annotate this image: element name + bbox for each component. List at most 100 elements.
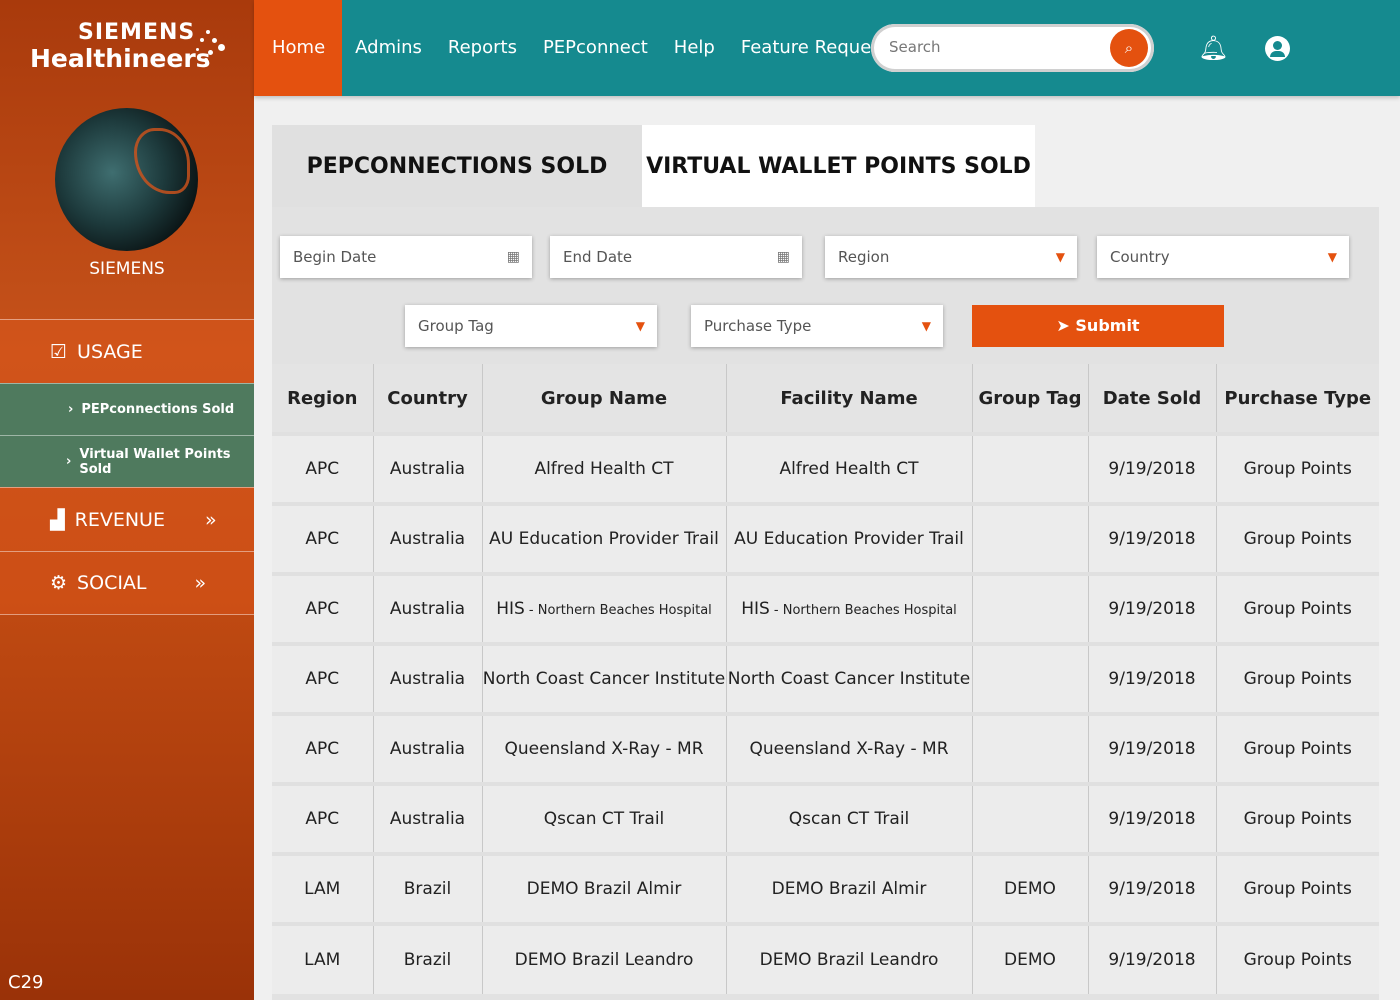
calendar-icon[interactable]: ▦	[507, 236, 520, 278]
table-cell: APC	[272, 782, 374, 854]
table-cell	[972, 712, 1089, 784]
end-date-field[interactable]: End Date ▦	[550, 236, 802, 278]
table-cell: HIS - Northern Beaches Hospital	[726, 572, 973, 644]
table-cell: APC	[272, 572, 374, 644]
table-row[interactable]: APC Australia Alfred Health CT Alfred Healt…	[272, 432, 1379, 504]
table-row[interactable]: APC Australia HIS - Northern Beaches Hospi…	[272, 572, 1379, 644]
nav-admins[interactable]: Admins	[342, 0, 435, 96]
table-cell: Group Points	[1216, 432, 1379, 504]
column-header[interactable]: Date Sold	[1088, 364, 1217, 434]
footer-code: C29	[8, 972, 44, 993]
table-cell: Queensland X-Ray - MR	[726, 712, 973, 784]
table-cell: LAM	[272, 852, 374, 924]
table-cell: LAM	[272, 922, 374, 994]
table-cell: Australia	[373, 642, 483, 714]
logo-dots-icon	[196, 30, 226, 64]
table-cell: Brazil	[373, 922, 483, 994]
user-name: SIEMENS	[89, 259, 165, 279]
begin-date-field[interactable]: Begin Date ▦	[280, 236, 532, 278]
table-cell: DEMO Brazil Almir	[482, 852, 727, 924]
table-cell: 9/19/2018	[1088, 922, 1217, 994]
nav-pepconnect[interactable]: PEPconnect	[530, 0, 661, 96]
caret-down-icon: ▼	[1055, 250, 1065, 264]
facility-suffix: - Northern Beaches Hospital	[769, 603, 957, 618]
table-cell: Australia	[373, 572, 483, 644]
table-cell: Group Points	[1216, 852, 1379, 924]
table-cell: DEMO Brazil Leandro	[726, 922, 973, 994]
table-cell: Group Points	[1216, 922, 1379, 994]
caret-down-icon: ▼	[921, 319, 931, 333]
group-tag-select[interactable]: Group Tag ▼	[405, 305, 657, 347]
table-row[interactable]: LAM Brazil DEMO Brazil Leandro DEMO Brazil …	[272, 922, 1379, 994]
table-cell	[972, 782, 1089, 854]
column-header[interactable]: Country	[373, 364, 483, 434]
sidebar-item-social[interactable]: ⚙ SOCIAL»	[0, 551, 254, 615]
purchase-type-select[interactable]: Purchase Type ▼	[691, 305, 943, 347]
sidebar-subitem-virtual-wallet-points-sold[interactable]: › Virtual Wallet Points Sold	[0, 435, 254, 487]
table-cell: DEMO	[972, 852, 1089, 924]
country-select[interactable]: Country ▼	[1097, 236, 1349, 278]
table-row[interactable]: LAM Brazil DEMO Brazil Almir DEMO Brazil Al…	[272, 852, 1379, 924]
submit-button[interactable]: ➤ Submit	[972, 305, 1224, 347]
table-cell: Group Points	[1216, 782, 1379, 854]
table-cell: Qscan CT Trail	[482, 782, 727, 854]
table-cell	[972, 572, 1089, 644]
table-row[interactable]: APC Australia Queensland X-Ray - MR Queensl…	[272, 712, 1379, 784]
table-cell: 9/19/2018	[1088, 502, 1217, 574]
column-header[interactable]: Group Name	[482, 364, 727, 434]
results-table: Region Country Group Name Facility Name Grou…	[272, 364, 1379, 994]
table-row[interactable]: APC Australia North Coast Cancer Institute…	[272, 642, 1379, 714]
table-cell: AU Education Provider Trail	[482, 502, 727, 574]
table-row[interactable]: APC Australia Qscan CT Trail Qscan CT Trail…	[272, 782, 1379, 854]
table-cell: Alfred Health CT	[726, 432, 973, 504]
sidebar-subitem-pepconnections-sold[interactable]: › PEPconnections Sold	[0, 383, 254, 435]
table-cell: DEMO	[972, 922, 1089, 994]
table-cell: HIS - Northern Beaches Hospital	[482, 572, 727, 644]
search-input[interactable]: Search ⌕	[871, 24, 1154, 72]
sidebar-item-revenue[interactable]: ▟ REVENUE»	[0, 487, 254, 551]
table-cell: DEMO Brazil Leandro	[482, 922, 727, 994]
table-cell: Australia	[373, 432, 483, 504]
table-cell: Qscan CT Trail	[726, 782, 973, 854]
nav-help[interactable]: Help	[661, 0, 728, 96]
tab-pepconnections-sold[interactable]: PEPCONNECTIONS SOLD	[272, 125, 642, 207]
region-select[interactable]: Region ▼	[825, 236, 1077, 278]
table-cell	[972, 642, 1089, 714]
table-cell	[972, 502, 1089, 574]
column-header[interactable]: Purchase Type	[1216, 364, 1379, 434]
table-cell: Group Points	[1216, 572, 1379, 644]
table-cell: Queensland X-Ray - MR	[482, 712, 727, 784]
sidebar: SIEMENS Healthineers SIEMENS ☑ USAGE › PEP…	[0, 0, 254, 1000]
siemens-healthineers-logo[interactable]: SIEMENS Healthineers	[30, 20, 211, 72]
double-chevron-icon: »	[204, 508, 217, 531]
table-cell: 9/19/2018	[1088, 572, 1217, 644]
nav-home[interactable]: Home	[254, 0, 343, 96]
chevron-right-icon: ›	[66, 454, 72, 469]
table-cell: 9/19/2018	[1088, 712, 1217, 784]
calendar-icon[interactable]: ▦	[777, 236, 790, 278]
user-icon[interactable]	[1265, 36, 1290, 61]
avatar[interactable]	[55, 108, 198, 251]
column-header[interactable]: Group Tag	[972, 364, 1089, 434]
table-cell: Australia	[373, 502, 483, 574]
table-cell: 9/19/2018	[1088, 642, 1217, 714]
paper-plane-icon: ➤	[1056, 316, 1070, 335]
table-cell: North Coast Cancer Institute	[726, 642, 973, 714]
sidebar-item-usage[interactable]: ☑ USAGE	[0, 319, 254, 383]
table-cell: 9/19/2018	[1088, 782, 1217, 854]
column-header[interactable]: Region	[272, 364, 374, 434]
table-row[interactable]: APC Australia AU Education Provider Trail A…	[272, 502, 1379, 574]
report-panel: Begin Date ▦ End Date ▦ Region ▼ Country ▼ G…	[272, 207, 1379, 1000]
facility-suffix: - Northern Beaches Hospital	[524, 603, 712, 618]
bell-icon[interactable]: 🔔︎	[1198, 34, 1228, 62]
checkbox-icon: ☑	[50, 340, 68, 363]
table-cell: North Coast Cancer Institute	[482, 642, 727, 714]
search-icon[interactable]: ⌕	[1110, 29, 1148, 67]
nav-reports[interactable]: Reports	[435, 0, 530, 96]
column-header[interactable]: Facility Name	[726, 364, 973, 434]
table-cell: APC	[272, 432, 374, 504]
double-chevron-icon: »	[194, 572, 207, 594]
caret-down-icon: ▼	[1327, 250, 1337, 264]
table-cell: DEMO Brazil Almir	[726, 852, 973, 924]
tab-virtual-wallet-points-sold[interactable]: VIRTUAL WALLET POINTS SOLD	[642, 125, 1035, 207]
